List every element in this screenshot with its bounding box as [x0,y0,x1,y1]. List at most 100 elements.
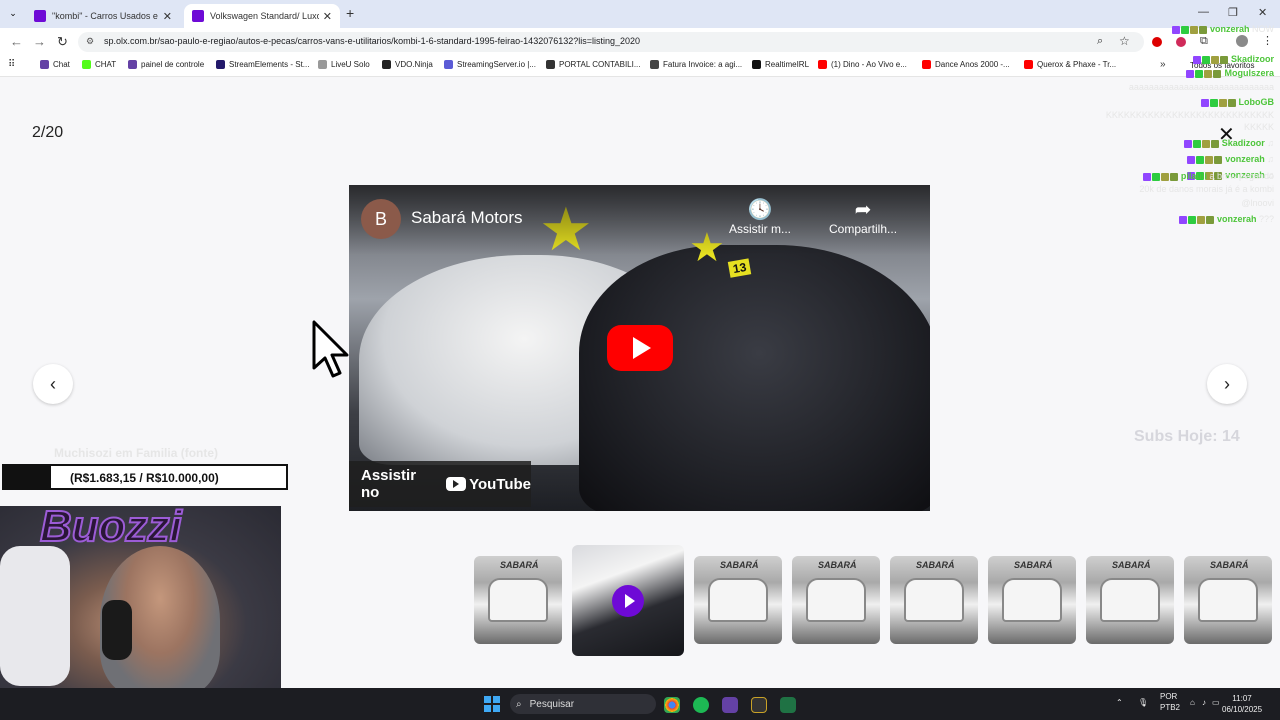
chat-text: a brow pegando [1209,171,1274,181]
chrome-icon[interactable] [664,697,680,713]
reload-icon[interactable]: ↻ [57,34,68,50]
chat-message: vonzerah ??? [1178,214,1274,224]
back-arrow-icon[interactable]: ← [10,34,23,49]
keyboard-layout-label[interactable]: PTB2 [1160,703,1180,712]
twitch-app-icon[interactable] [722,697,738,713]
close-tab-icon[interactable]: ✕ [323,10,332,23]
chat-username: pilauli [1180,171,1207,181]
chat-message: pilauli a brow pegando [1142,171,1274,181]
chat-message: vonzerah NOW [1171,24,1274,34]
kombi-van-image [904,578,964,622]
tab-volkswagen-listing[interactable]: Volkswagen Standard/ Luxo/ Se ✕ [184,4,340,28]
thumbnail-image[interactable]: SABARÁ [1184,556,1272,644]
thumbnail-image[interactable]: SABARÁ [890,556,978,644]
close-window-icon[interactable]: ✕ [1258,6,1267,19]
chat-message: Skadizoor [1192,54,1274,64]
site-info-icon[interactable]: ⚙ [86,36,94,47]
chat-message: Skadizoor ♫ [1183,138,1274,148]
bookmark-item[interactable]: Chat [40,60,70,69]
chat-text: 20k de danos morais já é a kombi [1139,184,1274,194]
bookmark-item[interactable]: StreamElements - St... [216,60,309,69]
chat-message: @lnoovi [1241,198,1274,208]
volume-icon[interactable]: ♪ [1202,698,1206,707]
youtube-embed[interactable]: ★ ★ 13 B Sabará Motors 🕓 Assistir m... ➦… [349,185,930,511]
url-text[interactable]: sp.olx.com.br/sao-paulo-e-regiao/autos-e… [104,36,640,46]
webcam-feed: Buozzi [0,506,281,688]
bookmark-item[interactable]: PORTAL CONTABILI... [546,60,641,69]
bookmark-item[interactable]: RealtimeIRL [752,60,809,69]
chat-badges-icon [1142,171,1179,181]
forward-arrow-icon[interactable]: → [33,34,46,49]
apps-grid-icon[interactable]: ⠿ [8,59,15,70]
thumbnail-image[interactable]: SABARÁ [988,556,1076,644]
bookmark-item[interactable]: LiveU Solo [318,60,370,69]
new-tab-plus-icon[interactable]: + [346,5,354,21]
chat-badges-icon [1187,154,1223,164]
bookmark-label: PORTAL CONTABILI... [559,60,641,69]
thumbnail-image[interactable]: SABARÁ [474,556,562,644]
dealer-logo: SABARÁ [1112,560,1151,570]
next-image-button[interactable]: › [1207,364,1247,404]
share-button[interactable]: ➦ Compartilh... [829,197,897,236]
kombi-van-image [708,578,768,622]
tab-title: "kombi" - Carros Usados e Nov [52,11,159,21]
bookmark-item[interactable]: Dance Anos 2000 -... [922,60,1010,69]
network-icon[interactable]: ⌂ [1190,698,1195,707]
excel-icon[interactable] [780,697,796,713]
youtube-play-button[interactable] [607,325,673,371]
watch-on-label: Assistir no [361,467,417,501]
goal-amount: (R$1.683,15 / R$10.000,00) [70,471,219,485]
close-tab-icon[interactable]: ✕ [163,10,172,23]
bookmark-favicon-icon [382,60,391,69]
spotify-icon[interactable] [693,697,709,713]
goal-title: Muchisozi em Familia (fonte) [54,446,219,460]
tab-kombi-search[interactable]: "kombi" - Carros Usados e Nov ✕ [26,4,180,28]
chat-username: LoboGB [1238,97,1275,107]
bookmark-item[interactable]: CHAT [82,60,116,69]
bookmark-label: Fatura Invoice: a agi... [663,60,743,69]
chat-badges-icon [1192,54,1229,64]
clock-icon: 🕓 [747,199,773,221]
windows-start-icon[interactable] [484,696,500,712]
chat-badges-icon [1178,214,1215,224]
watch-later-button[interactable]: 🕓 Assistir m... [729,197,791,236]
clock-date: 06/10/2025 [1222,705,1263,714]
taskbar-search[interactable]: ⌕ Pesquisar [510,694,656,714]
dealer-logo: SABARÁ [818,560,857,570]
tray-chevron-icon[interactable]: ⌃ [1116,698,1123,707]
bookmark-item[interactable]: VDO.Ninja [382,60,433,69]
language-label[interactable]: POR [1160,692,1177,701]
minimize-icon[interactable]: — [1198,6,1209,18]
bookmark-item[interactable]: (1) Dino - Ao Vivo e... [818,60,907,69]
image-counter: 2/20 [32,124,64,141]
microphone-icon[interactable]: 🎙 [1138,698,1148,707]
restore-icon[interactable]: ❐ [1228,6,1238,19]
bookmark-label: Dance Anos 2000 -... [935,60,1010,69]
channel-avatar[interactable]: B [361,199,401,239]
battery-icon[interactable]: ▭ [1212,698,1220,707]
taskbar-clock[interactable]: 11:07 06/10/2025 [1222,693,1262,715]
black-car-image [579,245,930,511]
bookmark-label: RealtimeIRL [765,60,810,69]
donation-goal-bar: (R$1.683,15 / R$10.000,00) [2,464,288,490]
kombi-van-image [1100,578,1160,622]
prev-image-button[interactable]: ‹ [33,364,73,404]
bookmark-label: CHAT [95,60,117,69]
tab-title: Volkswagen Standard/ Luxo/ Se [210,11,319,21]
chat-text: KKKKKKKKKKKKKKKKKKKKKKKKKKKK [1105,110,1274,120]
chat-badges-icon [1171,24,1208,34]
channel-name[interactable]: Sabará Motors [411,208,523,228]
chat-message: KKKKKKKKKKKKKKKKKKKKKKKKKKKK [1106,110,1274,120]
bookmark-item[interactable]: StreamingServer.io |... [444,60,536,69]
chat-text: ♫ [1267,138,1274,148]
bookmark-item[interactable]: Fatura Invoice: a agi... [650,60,742,69]
thumbnail-video-active[interactable] [572,545,684,656]
riot-icon[interactable] [751,697,767,713]
thumbnail-image[interactable]: SABARÁ [1086,556,1174,644]
clock-time: 11:07 [1232,694,1252,703]
watch-on-youtube-button[interactable]: Assistir no YouTube [349,461,531,507]
tab-search-chevron-icon[interactable]: ⌄ [6,6,20,20]
thumbnail-image[interactable]: SABARÁ [694,556,782,644]
thumbnail-image[interactable]: SABARÁ [792,556,880,644]
bookmark-item[interactable]: painel de controle [128,60,204,69]
